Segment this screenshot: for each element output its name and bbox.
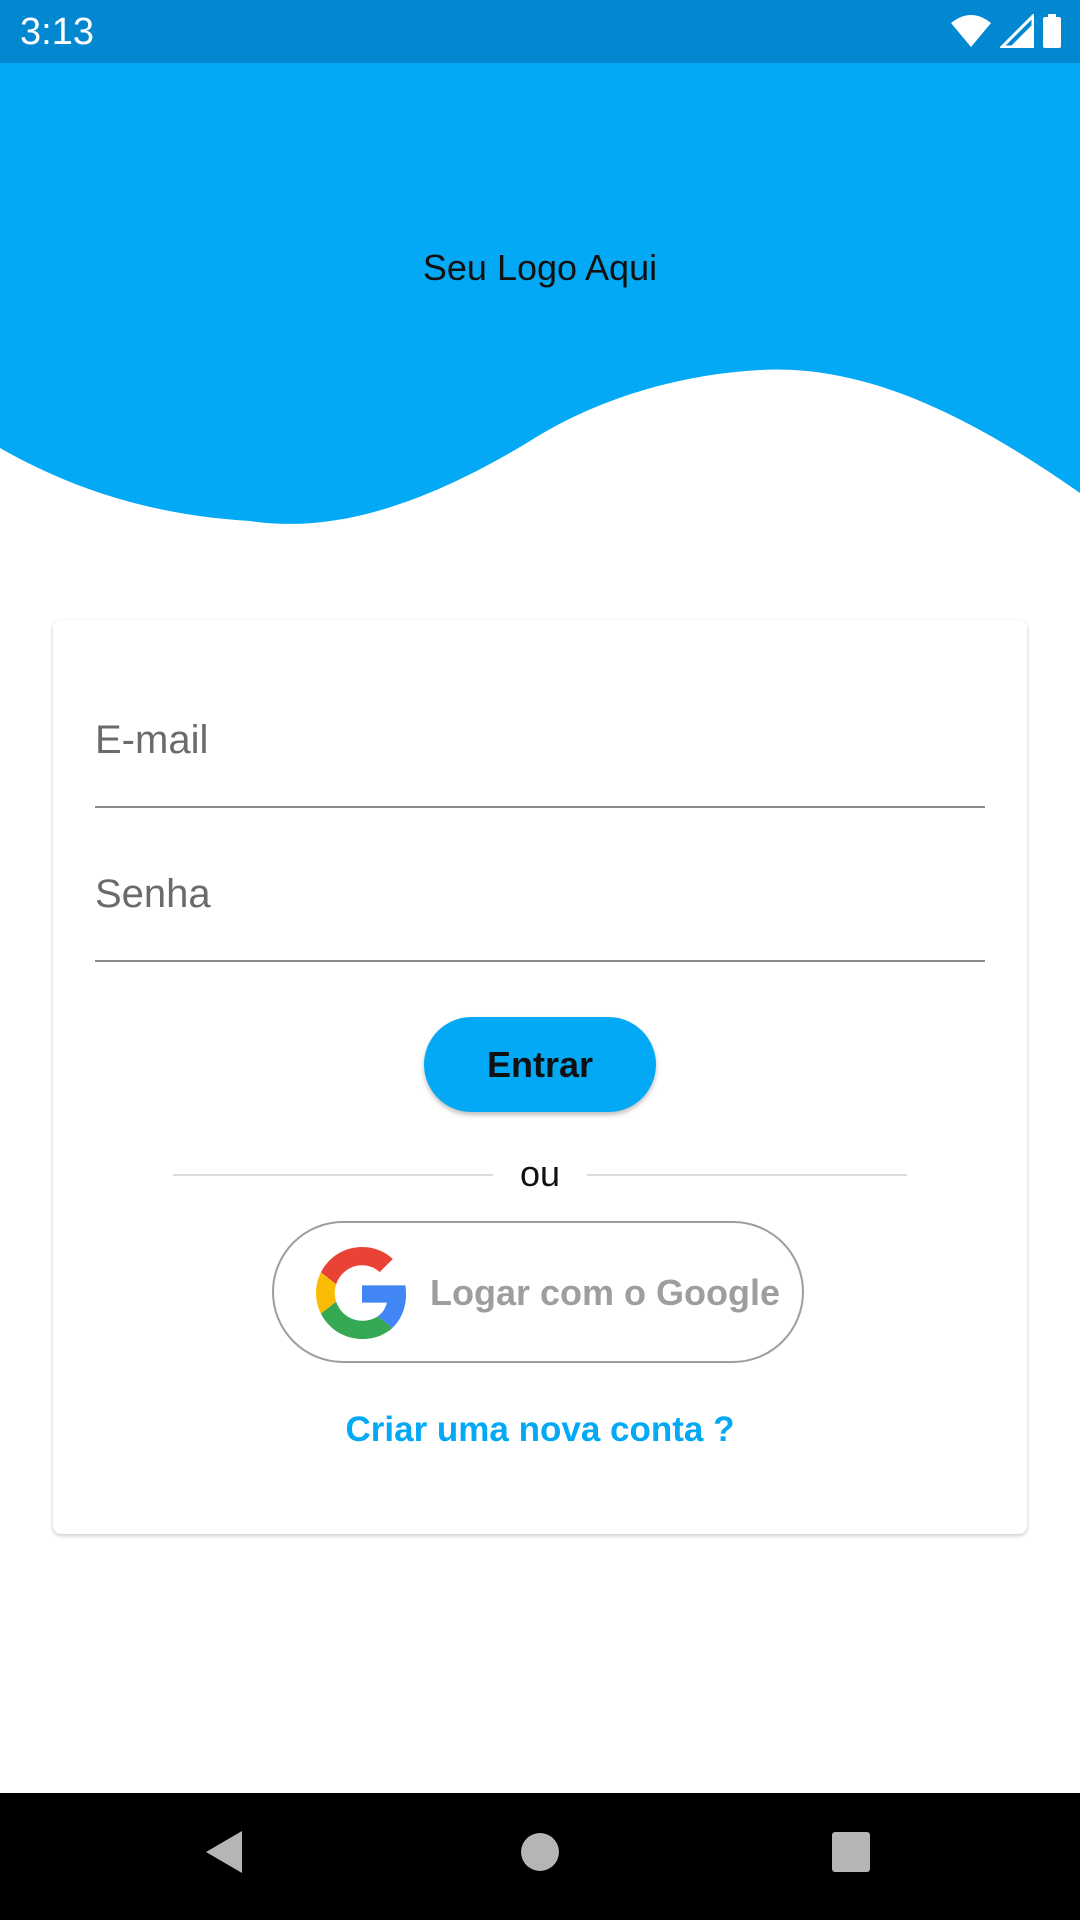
- google-icon: [316, 1247, 407, 1339]
- divider-line-right: [587, 1174, 907, 1176]
- navigation-bar: [0, 1793, 1080, 1920]
- email-field[interactable]: [95, 690, 985, 790]
- create-account-link[interactable]: Criar uma nova conta ?: [53, 1408, 1027, 1452]
- home-icon[interactable]: [519, 1829, 561, 1875]
- divider-line-left: [173, 1174, 493, 1176]
- google-login-button[interactable]: Logar com o Google: [272, 1221, 804, 1363]
- email-field-container: [95, 690, 985, 808]
- back-icon[interactable]: [204, 1829, 244, 1875]
- password-field[interactable]: [95, 844, 985, 944]
- recents-icon[interactable]: [831, 1829, 871, 1875]
- password-field-container: [95, 844, 985, 962]
- status-bar: 3:13: [0, 0, 1080, 63]
- cell-signal-icon: [1000, 14, 1034, 48]
- status-time: 3:13: [20, 11, 94, 53]
- wifi-icon: [951, 15, 991, 47]
- divider-text: ou: [519, 1153, 561, 1194]
- logo-text: Seu Logo Aqui: [422, 247, 658, 288]
- battery-icon: [1043, 14, 1061, 48]
- login-card: Entrar ou Logar com o Google Criar uma n…: [53, 620, 1027, 1534]
- status-icons: [950, 13, 1062, 49]
- email-underline: [95, 806, 985, 808]
- password-underline: [95, 960, 985, 962]
- header-wave: [0, 63, 1080, 524]
- login-button[interactable]: Entrar: [424, 1017, 656, 1112]
- google-button-label: Logar com o Google: [430, 1272, 781, 1313]
